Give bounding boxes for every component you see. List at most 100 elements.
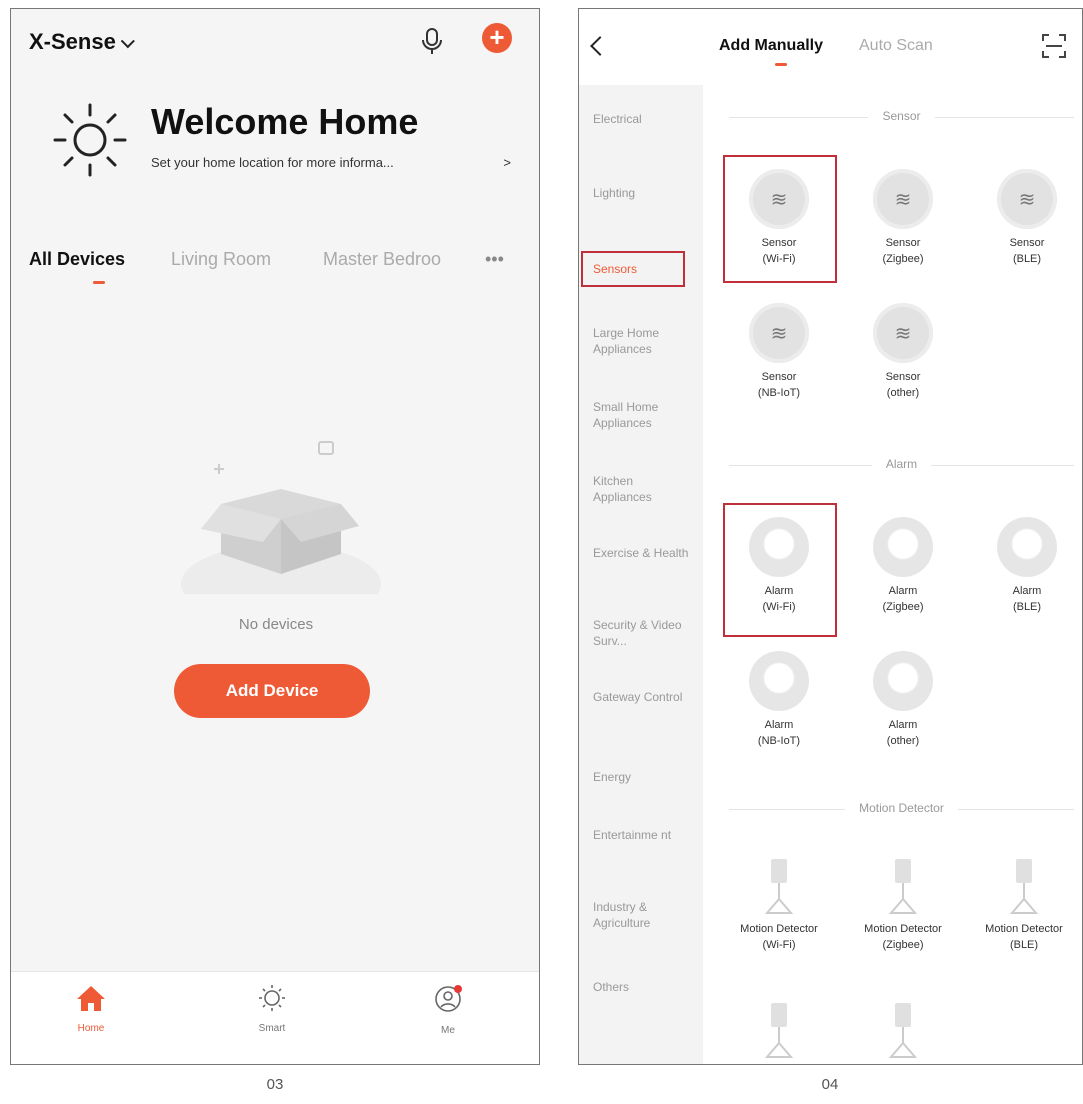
sensor-icon: ≋: [873, 303, 933, 363]
tabbar-me[interactable]: Me: [408, 984, 488, 1036]
chevron-down-icon: [120, 34, 135, 49]
device-name: Sensor: [885, 237, 921, 249]
device-sensor-ble[interactable]: ≋ Sensor (BLE): [973, 169, 1081, 267]
device-name: Sensor: [885, 371, 921, 383]
home-name: X-Sense: [29, 29, 116, 54]
category-energy[interactable]: Energy: [593, 769, 693, 785]
tab-add-manually[interactable]: Add Manually: [719, 37, 823, 55]
motion-detector-icon: [888, 1003, 918, 1058]
more-tabs-icon[interactable]: •••: [485, 249, 504, 270]
tab-all-devices[interactable]: All Devices: [29, 249, 125, 270]
category-kitchen-appliances[interactable]: Kitchen Appliances: [593, 473, 693, 505]
device-sensor-zigbee[interactable]: ≋ Sensor (Zigbee): [849, 169, 957, 267]
device-alarm-ble[interactable]: Alarm (BLE): [973, 517, 1081, 615]
section-title-sensor: Sensor: [729, 109, 1074, 123]
device-alarm-zigbee[interactable]: Alarm (Zigbee): [849, 517, 957, 615]
device-motion-ble[interactable]: Motion Detector (BLE): [965, 855, 1082, 953]
alarm-icon: [997, 517, 1057, 577]
empty-box-illustration: [181, 441, 381, 594]
sun-icon: [259, 985, 285, 1011]
device-motion-extra-1[interactable]: [719, 999, 839, 1059]
tabbar-home[interactable]: Home: [51, 984, 131, 1034]
device-sensor-other[interactable]: ≋ Sensor (other): [849, 303, 957, 401]
device-protocol: (BLE): [1012, 253, 1042, 265]
device-protocol: (BLE): [1009, 939, 1039, 951]
category-security-video[interactable]: Security & Video Surv...: [593, 617, 693, 649]
section-title-text: Motion Detector: [845, 801, 958, 815]
category-small-home-appliances[interactable]: Small Home Appliances: [593, 399, 693, 431]
location-prompt: Set your home location for more informa.…: [151, 155, 394, 170]
section-title-text: Sensor: [868, 109, 935, 123]
empty-state-text: No devices: [238, 616, 314, 633]
category-others[interactable]: Others: [593, 979, 693, 995]
sensor-icon: ≋: [749, 303, 809, 363]
tabbar-smart[interactable]: Smart: [232, 984, 312, 1034]
tab-auto-scan[interactable]: Auto Scan: [859, 37, 933, 55]
motion-detector-icon: [764, 859, 794, 914]
add-device-button[interactable]: Add Device: [174, 664, 370, 718]
device-alarm-other[interactable]: Alarm (other): [849, 651, 957, 749]
add-device-screen: Add Manually Auto Scan Electrical Lighti…: [578, 8, 1083, 1065]
alarm-icon: [873, 651, 933, 711]
category-sidebar: Electrical Lighting Sensors Large Home A…: [579, 85, 703, 1064]
device-alarm-nbiot[interactable]: Alarm (NB-IoT): [725, 651, 833, 749]
category-industry-agriculture[interactable]: Industry & Agriculture: [593, 899, 693, 931]
bottom-tab-bar: Home Smart Me: [11, 971, 539, 1064]
back-icon[interactable]: [590, 36, 610, 56]
device-motion-wifi[interactable]: Motion Detector (Wi-Fi): [719, 855, 839, 953]
selected-category-highlight: [581, 251, 685, 287]
category-entertainment[interactable]: Entertainme nt: [593, 827, 693, 843]
alarm-icon: [749, 651, 809, 711]
profile-icon: [435, 985, 462, 1012]
home-icon: [77, 986, 105, 1011]
device-name: Motion Detector: [864, 923, 942, 935]
highlight-sensor-wifi: [723, 155, 837, 283]
device-name: Sensor: [761, 371, 797, 383]
device-protocol: (NB-IoT): [757, 735, 801, 747]
device-name: Motion Detector: [985, 923, 1063, 935]
device-protocol: (Wi-Fi): [762, 939, 796, 951]
category-gateway-control[interactable]: Gateway Control: [593, 689, 693, 705]
home-screen: X-Sense + Welcome Home Set your home loc…: [10, 8, 540, 1065]
active-tab-indicator: [93, 281, 105, 284]
welcome-title: Welcome Home: [151, 101, 419, 142]
scan-icon[interactable]: [1041, 33, 1067, 59]
device-protocol: (other): [886, 735, 920, 747]
tabbar-home-label: Home: [77, 1023, 105, 1034]
device-motion-extra-2[interactable]: [843, 999, 963, 1059]
chevron-right-icon: >: [503, 155, 511, 170]
device-motion-zigbee[interactable]: Motion Detector (Zigbee): [843, 855, 963, 953]
device-sensor-nbiot[interactable]: ≋ Sensor (NB-IoT): [725, 303, 833, 401]
device-name: Alarm: [888, 719, 918, 731]
device-name: Alarm: [764, 719, 794, 731]
motion-detector-icon: [888, 859, 918, 914]
section-title-motion-detector: Motion Detector: [729, 801, 1074, 815]
figure-caption-04: 04: [821, 1076, 839, 1093]
sun-weather-icon: [53, 103, 127, 177]
tabbar-smart-label: Smart: [258, 1023, 286, 1034]
section-title-text: Alarm: [871, 457, 932, 471]
device-name: Motion Detector: [740, 923, 818, 935]
tab-master-bedroom[interactable]: Master Bedroo: [323, 249, 441, 270]
microphone-icon[interactable]: [419, 26, 445, 56]
category-lighting[interactable]: Lighting: [593, 185, 693, 201]
device-name: Sensor: [1009, 237, 1045, 249]
category-large-home-appliances[interactable]: Large Home Appliances: [593, 325, 693, 357]
motion-detector-icon: [764, 1003, 794, 1058]
category-electrical[interactable]: Electrical: [593, 111, 693, 127]
active-tab-indicator: [775, 63, 787, 66]
tabbar-me-label: Me: [441, 1025, 455, 1036]
home-selector[interactable]: X-Sense: [29, 29, 135, 55]
tab-living-room[interactable]: Living Room: [171, 249, 271, 270]
device-protocol: (NB-IoT): [757, 387, 801, 399]
device-protocol: (other): [886, 387, 920, 399]
category-exercise-health[interactable]: Exercise & Health: [593, 545, 693, 561]
add-plus-button[interactable]: +: [482, 23, 512, 53]
motion-detector-icon: [1009, 859, 1039, 914]
home-location-link[interactable]: Set your home location for more informa.…: [151, 155, 521, 170]
sensor-icon: ≋: [997, 169, 1057, 229]
device-protocol: (Zigbee): [882, 253, 924, 265]
highlight-alarm-wifi: [723, 503, 837, 637]
figure-caption-03: 03: [266, 1076, 284, 1093]
section-title-alarm: Alarm: [729, 457, 1074, 471]
